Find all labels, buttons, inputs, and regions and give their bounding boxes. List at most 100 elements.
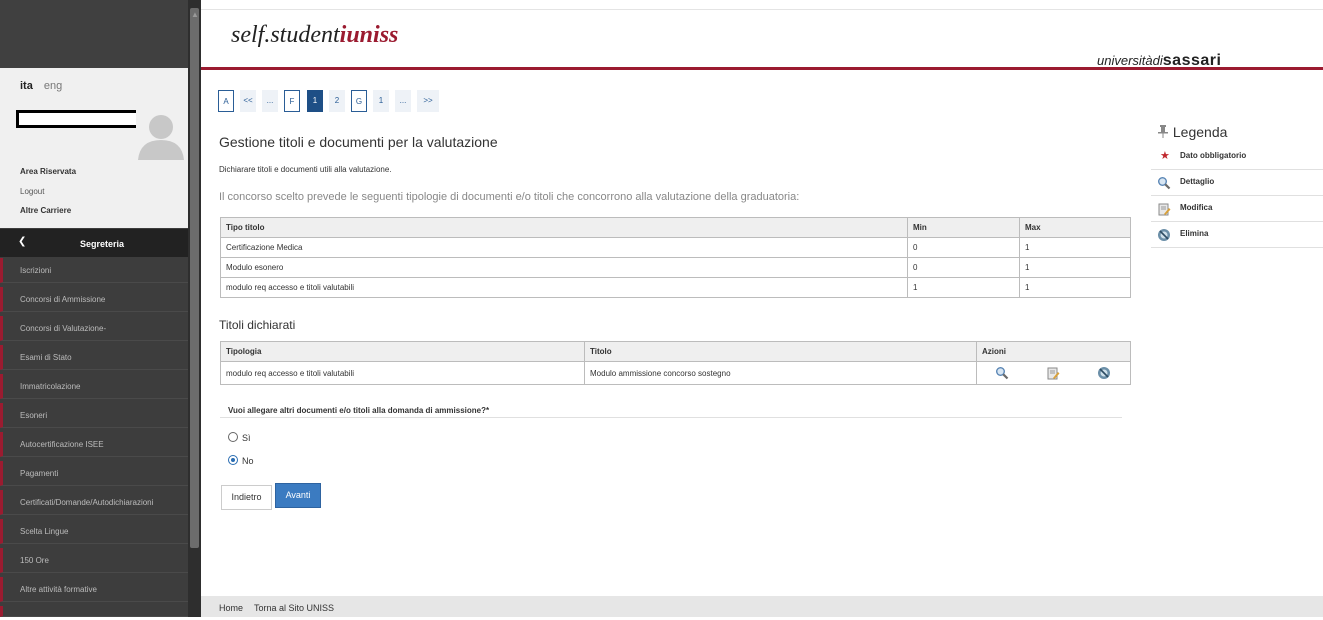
pager-step-2[interactable]: 2 — [329, 90, 345, 112]
table-row: modulo req accesso e titoli valutabili M… — [220, 361, 1131, 385]
sidebar-item-altre-attivita[interactable]: Altre attività formative — [0, 577, 188, 602]
action-edit[interactable] — [1027, 361, 1079, 385]
radio-label-no: No — [242, 456, 254, 466]
sidebar-item-certificati[interactable]: Certificati/Domande/Autodichiarazioni — [0, 490, 188, 515]
sidebar-header — [0, 0, 188, 68]
page-intro: Il concorso scelto prevede le seguenti t… — [219, 191, 800, 203]
area-riservata-label: Area Riservata — [20, 167, 77, 176]
top-border — [201, 9, 1323, 10]
radio-button-no[interactable] — [228, 455, 238, 465]
logo-prefix: self.student — [231, 22, 340, 48]
pager-step-f[interactable]: F — [284, 90, 300, 112]
sidebar-item-150-ore[interactable]: 150 Ore — [0, 548, 188, 573]
footer: Home Torna al Sito UNISS — [201, 596, 1323, 617]
language-switcher: ita eng — [20, 80, 62, 92]
sidebar-item-concorsi-ammissione[interactable]: Concorsi di Ammissione — [0, 287, 188, 312]
altre-carriere-link[interactable]: Altre Carriere — [20, 206, 71, 215]
page-title: Gestione titoli e documenti per la valut… — [219, 134, 498, 150]
pager-first[interactable]: << — [240, 90, 256, 112]
legend-item-required: ★ Dato obbligatorio — [1151, 144, 1323, 170]
back-button[interactable]: Indietro — [221, 485, 272, 510]
cell-tipologia: modulo req accesso e titoli valutabili — [220, 361, 585, 385]
radio-option-no[interactable]: No — [228, 455, 254, 466]
redacted-user-name — [16, 110, 139, 128]
page-subtitle: Dichiarare titoli e documenti utili alla… — [219, 165, 392, 174]
legend-item-detail: Dettaglio — [1151, 170, 1323, 196]
pager-step-a[interactable]: A — [218, 90, 234, 112]
sidebar-item-scelta-lingue[interactable]: Scelta Lingue — [0, 519, 188, 544]
sidebar-section-segreteria[interactable]: ❮ Segreteria — [0, 229, 188, 257]
section-title: Segreteria — [79, 239, 125, 249]
legend-item-delete: Elimina — [1151, 222, 1323, 248]
pager-last[interactable]: >> — [417, 90, 439, 112]
footer-back-site-link[interactable]: Torna al Sito UNISS — [254, 603, 334, 613]
cell-tipo: modulo req accesso e titoli valutabili — [220, 277, 908, 298]
radio-option-si[interactable]: Sì — [228, 432, 251, 443]
cell-min: 0 — [907, 237, 1020, 258]
table-header-row: Tipo titolo Min Max — [220, 217, 1131, 238]
legend-label: Dettaglio — [1180, 177, 1215, 186]
next-button[interactable]: Avanti — [275, 483, 321, 508]
logout-link[interactable]: Logout — [20, 187, 44, 196]
cell-tipo: Certificazione Medica — [220, 237, 908, 258]
lang-eng-link[interactable]: eng — [44, 80, 62, 92]
radio-button-si[interactable] — [228, 432, 238, 442]
sidebar-item-concorsi-valutazione[interactable]: Concorsi di Valutazione- — [0, 316, 188, 341]
lang-ita-link[interactable]: ita — [20, 80, 33, 92]
radio-label-si: Sì — [242, 433, 251, 443]
table-row: modulo req accesso e titoli valutabili 1… — [220, 277, 1131, 298]
star-icon: ★ — [1160, 150, 1170, 162]
magnifier-icon[interactable] — [995, 366, 1009, 380]
sidebar-item-pagamenti[interactable]: Pagamenti — [0, 461, 188, 486]
footer-home-link[interactable]: Home — [219, 603, 243, 613]
magnifier-icon — [1158, 177, 1171, 190]
legend-label: Elimina — [1180, 229, 1209, 238]
section-title-titoli-dichiarati: Titoli dichiarati — [219, 318, 296, 332]
pager-step-g[interactable]: G — [351, 90, 367, 112]
col-titolo: Titolo — [584, 341, 977, 362]
delete-icon — [1158, 229, 1170, 241]
sidebar-item-partial[interactable] — [0, 606, 188, 617]
uni-prefix: universitàdi — [1097, 53, 1163, 68]
pager-step-1b[interactable]: 1 — [373, 90, 389, 112]
sidebar-item-esami-di-stato[interactable]: Esami di Stato — [0, 345, 188, 370]
col-max: Max — [1019, 217, 1131, 238]
pager-ellipsis: ... — [262, 90, 278, 112]
action-delete[interactable] — [1078, 361, 1131, 385]
cell-max: 1 — [1019, 257, 1131, 278]
table-row: Modulo esonero 0 1 — [220, 257, 1131, 278]
avatar — [136, 110, 186, 160]
sidebar-item-esoneri[interactable]: Esoneri — [0, 403, 188, 428]
delete-icon[interactable] — [1097, 366, 1111, 380]
table-header-row: Tipologia Titolo Azioni — [220, 341, 1131, 362]
col-azioni: Azioni — [976, 341, 1131, 362]
col-tipologia: Tipologia — [220, 341, 585, 362]
site-logo[interactable]: self.studentiuniss — [231, 22, 398, 49]
action-detail[interactable] — [976, 361, 1028, 385]
pager-ellipsis-2: ... — [395, 90, 411, 112]
pin-icon — [1158, 125, 1168, 138]
declared-titles-table: Tipologia Titolo Azioni modulo req acces… — [220, 341, 1131, 385]
attach-question: Vuoi allegare altri documenti e/o titoli… — [228, 406, 490, 415]
legend-label: Dato obbligatorio — [1180, 151, 1247, 160]
logo-bold: iuniss — [339, 22, 399, 48]
cell-min: 1 — [907, 277, 1020, 298]
edit-icon — [1158, 203, 1171, 216]
sidebar-scrollbar-thumb[interactable] — [190, 8, 199, 548]
legend-item-edit: Modifica — [1151, 196, 1323, 222]
legend-title-text: Legenda — [1172, 124, 1228, 140]
cell-tipo: Modulo esonero — [220, 257, 908, 278]
table-row: Certificazione Medica 0 1 — [220, 237, 1131, 258]
pager-step-current[interactable]: 1 — [307, 90, 323, 112]
question-divider — [220, 417, 1122, 418]
cell-max: 1 — [1019, 277, 1131, 298]
cell-max: 1 — [1019, 237, 1131, 258]
col-min: Min — [907, 217, 1020, 238]
col-tipo-titolo: Tipo titolo — [220, 217, 908, 238]
scroll-up-arrow-icon[interactable]: ▲ — [191, 10, 199, 19]
sidebar-item-isee[interactable]: Autocertificazione ISEE — [0, 432, 188, 457]
edit-icon[interactable] — [1046, 366, 1060, 380]
sidebar-item-iscrizioni[interactable]: Iscrizioni — [0, 258, 188, 283]
sidebar-item-immatricolazione[interactable]: Immatricolazione — [0, 374, 188, 399]
cell-titolo: Modulo ammissione concorso sostegno — [584, 361, 977, 385]
